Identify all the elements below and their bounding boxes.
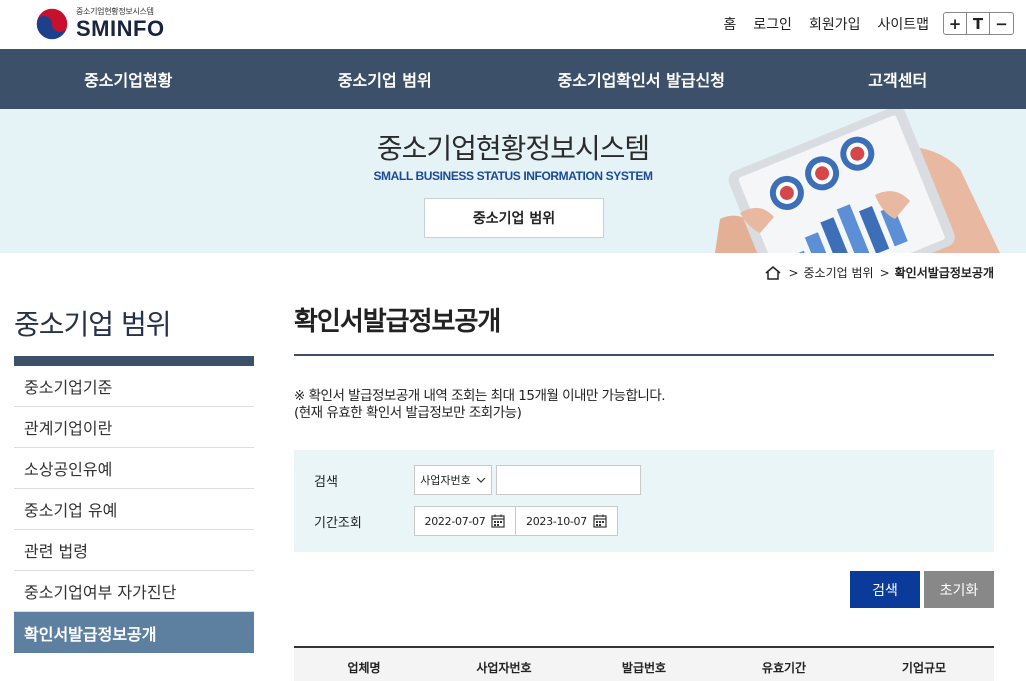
tablet-illustration: [715, 109, 1000, 253]
sidebar-item-criteria[interactable]: 중소기업기준: [14, 366, 254, 407]
main-navigation: 중소기업현황 중소기업 범위 중소기업확인서 발급신청 고객센터: [0, 49, 1026, 109]
logo-subtitle: 중소기업현황정보시스템: [76, 7, 154, 16]
breadcrumb-separator: >: [788, 265, 799, 280]
search-label: 검색: [314, 474, 338, 490]
notice-line: (현재 유효한 확인서 발급정보만 조회가능): [294, 405, 522, 421]
nav-item-status[interactable]: 중소기업현황: [0, 49, 257, 109]
login-link[interactable]: 로그인: [753, 14, 792, 34]
search-button[interactable]: 검색: [850, 571, 920, 608]
nav-item-scope[interactable]: 중소기업 범위: [257, 49, 514, 109]
logo-wordmark: SMINFO: [76, 16, 165, 41]
results-table-header: 업체명 사업자번호 발급번호 유효기간 기업규모: [294, 646, 994, 681]
search-row: 검색 사업자번호: [314, 465, 641, 495]
column-header-size[interactable]: 기업규모: [854, 648, 994, 681]
reset-button[interactable]: 초기화: [924, 571, 994, 608]
column-header-company[interactable]: 업체명: [294, 648, 434, 681]
nav-item-support[interactable]: 고객센터: [770, 49, 1026, 109]
breadcrumb: > 중소기업 범위 > 확인서발급정보공개: [764, 264, 994, 281]
nav-item-certificate[interactable]: 중소기업확인서 발급신청: [513, 49, 770, 109]
signup-link[interactable]: 회원가입: [809, 14, 861, 34]
breadcrumb-separator: >: [879, 265, 890, 280]
breadcrumb-item[interactable]: 중소기업 범위: [804, 264, 874, 281]
banner-scope-button[interactable]: 중소기업 범위: [424, 198, 604, 238]
start-date-value: 2022-07-07: [424, 514, 486, 528]
font-reset-button[interactable]: T: [967, 13, 990, 34]
sidebar-item-sme-grace[interactable]: 중소기업 유예: [14, 489, 254, 530]
sidebar-title: 중소기업 범위: [14, 308, 171, 341]
calendar-icon[interactable]: [593, 514, 607, 528]
font-increase-button[interactable]: +: [944, 13, 967, 34]
search-panel: 검색 사업자번호 기간조회 2022-07-07 2023-10-07: [294, 450, 994, 552]
calendar-icon[interactable]: [491, 514, 506, 528]
sitemap-link[interactable]: 사이트맵: [877, 14, 929, 34]
end-date-value: 2023-10-07: [526, 514, 587, 528]
sidebar-item-affiliates[interactable]: 관계기업이란: [14, 407, 254, 448]
start-date-input[interactable]: 2022-07-07: [414, 506, 516, 536]
notice-line: ※ 확인서 발급정보공개 내역 조회는 최대 15개월 이내만 가능합니다.: [294, 388, 666, 404]
home-link[interactable]: 홈: [723, 14, 736, 34]
hero-banner: 중소기업현황정보시스템 SMALL BUSINESS STATUS INFORM…: [0, 109, 1026, 253]
end-date-input[interactable]: 2023-10-07: [516, 506, 618, 536]
top-bar: 중소기업현황정보시스템 SMINFO 홈 로그인 회원가입 사이트맵 + T −: [0, 0, 1026, 49]
search-type-value: 사업자번호: [420, 474, 471, 487]
search-input[interactable]: [496, 465, 641, 495]
page-title: 확인서발급정보공개: [294, 302, 994, 356]
taegeuk-emblem-icon: [35, 7, 69, 41]
site-logo[interactable]: 중소기업현황정보시스템 SMINFO: [34, 5, 165, 43]
home-icon[interactable]: [764, 265, 782, 281]
notice-text: ※ 확인서 발급정보공개 내역 조회는 최대 15개월 이내만 가능합니다. (…: [294, 388, 994, 422]
sidebar-item-certificate-info[interactable]: 확인서발급정보공개: [14, 612, 254, 653]
sidebar-item-small-business-grace[interactable]: 소상공인유예: [14, 448, 254, 489]
sidebar: 중소기업 범위 중소기업기준 관계기업이란 소상공인유예 중소기업 유예 관련 …: [14, 302, 254, 653]
column-header-issue-number[interactable]: 발급번호: [574, 648, 714, 681]
sidebar-item-self-diagnosis[interactable]: 중소기업여부 자가진단: [14, 571, 254, 612]
column-header-validity[interactable]: 유효기간: [714, 648, 854, 681]
sidebar-item-laws[interactable]: 관련 법령: [14, 530, 254, 571]
action-buttons: 검색 초기화: [846, 571, 994, 608]
chevron-down-icon: [476, 477, 486, 483]
column-header-business-number[interactable]: 사업자번호: [434, 648, 574, 681]
period-row: 기간조회 2022-07-07 2023-10-07: [314, 506, 618, 536]
font-decrease-button[interactable]: −: [990, 13, 1013, 34]
font-size-controls: + T −: [943, 12, 1014, 35]
sidebar-divider: [14, 356, 254, 366]
main-content: 확인서발급정보공개 ※ 확인서 발급정보공개 내역 조회는 최대 15개월 이내…: [294, 302, 994, 681]
utility-menu: 홈 로그인 회원가입 사이트맵 + T −: [723, 12, 1014, 35]
breadcrumb-current: 확인서발급정보공개: [894, 266, 994, 280]
period-label: 기간조회: [314, 515, 362, 531]
search-type-select[interactable]: 사업자번호: [414, 465, 492, 495]
sidebar-menu: 중소기업기준 관계기업이란 소상공인유예 중소기업 유예 관련 법령 중소기업여…: [14, 366, 254, 653]
